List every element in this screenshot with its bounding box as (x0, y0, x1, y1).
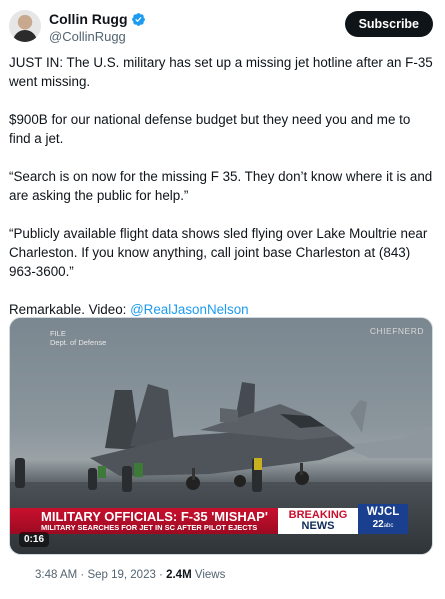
video-duration: 0:16 (19, 532, 50, 547)
station-name: WJCL (366, 506, 400, 518)
tweet-paragraph: $900B for our national defense budget bu… (9, 112, 411, 146)
news-label: NEWS (301, 520, 335, 532)
verified-badge-icon[interactable] (131, 12, 146, 27)
news-lower-third: MILITARY OFFICIALS: F-35 'MISHAP' MILITA… (10, 504, 432, 534)
tweet-meta: 3:48 AM · Sep 19, 2023 · 2.4M Views (35, 569, 225, 581)
tweet-header: Collin Rugg @CollinRugg Subscribe (9, 10, 435, 44)
avatar[interactable] (9, 10, 41, 42)
subscribe-button[interactable]: Subscribe (344, 11, 433, 37)
headline-banner: MILITARY OFFICIALS: F-35 'MISHAP' MILITA… (10, 508, 278, 534)
tweet-paragraph: JUST IN: The U.S. military has set up a … (9, 55, 433, 89)
channel-number: 22 (372, 519, 384, 530)
station-logo: WJCL 22abc (358, 504, 408, 534)
meta-separator: · (155, 569, 167, 581)
breaking-news-badge: BREAKING NEWS (278, 508, 358, 534)
network-name: abc (383, 523, 394, 529)
file-footage-label: FILE Dept. of Defense (50, 329, 106, 347)
author-name-line: Collin Rugg (49, 11, 146, 27)
views-label: Views (191, 569, 226, 581)
mention-link[interactable]: @RealJasonNelson (130, 302, 249, 317)
author-handle[interactable]: @CollinRugg (49, 29, 126, 44)
tweet-paragraph: “Search is on now for the missing F 35. … (9, 169, 433, 203)
channel-watermark: CHIEFNERD (369, 326, 424, 336)
author-display-name[interactable]: Collin Rugg (49, 11, 128, 27)
news-subheadline: MILITARY SEARCHES FOR JET IN SC AFTER PI… (41, 523, 258, 532)
tweet-time[interactable]: 3:48 AM (35, 569, 77, 581)
tweet-paragraph: “Publicly available flight data shows sl… (9, 226, 428, 279)
news-headline: MILITARY OFFICIALS: F-35 'MISHAP' (41, 509, 268, 524)
closing-text: Remarkable. Video: (9, 302, 131, 317)
file-label-line: FILE (50, 329, 66, 338)
tweet-date[interactable]: Sep 19, 2023 (87, 569, 155, 581)
meta-separator: · (77, 569, 88, 581)
views-count[interactable]: 2.4M (166, 569, 192, 581)
video-player[interactable]: FILE Dept. of Defense CHIEFNERD MILITARY… (9, 317, 433, 555)
tweet-text: JUST IN: The U.S. military has set up a … (9, 53, 435, 338)
station-channel: 22abc (358, 519, 408, 532)
file-label-source: Dept. of Defense (50, 338, 107, 347)
